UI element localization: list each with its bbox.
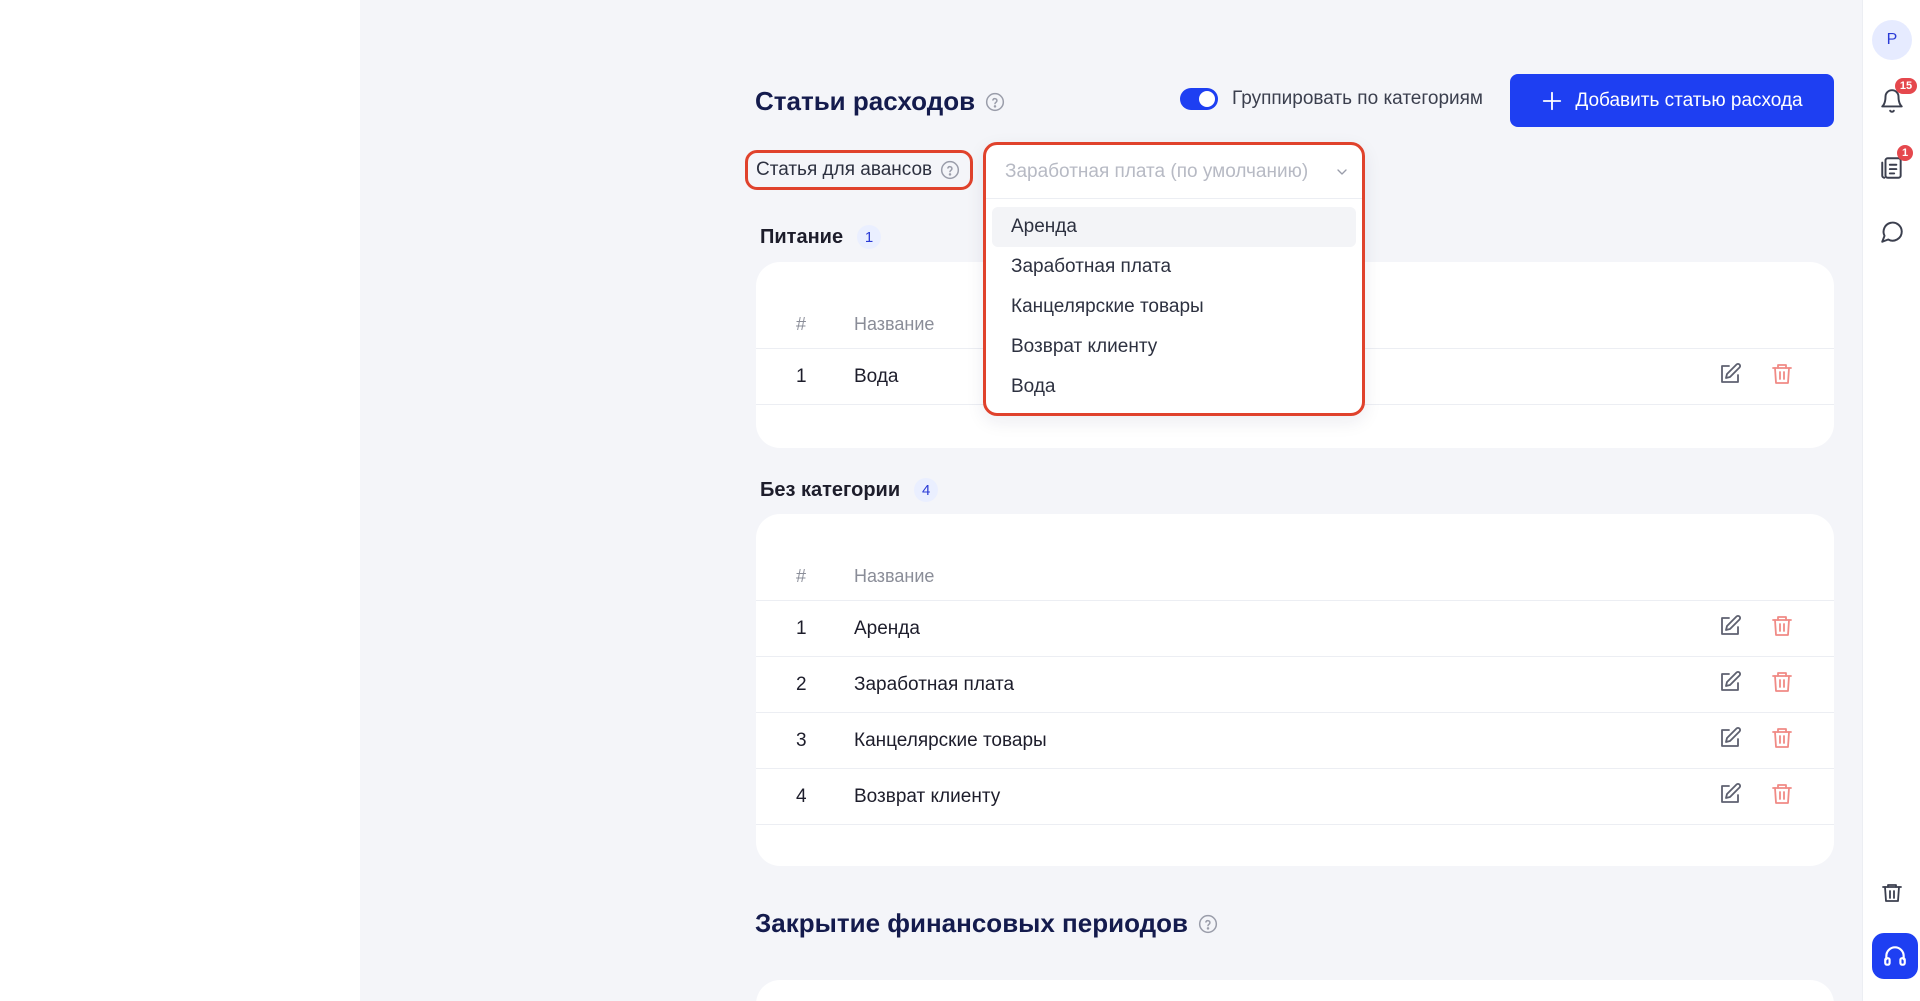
documents-badge: 1 <box>1897 145 1913 161</box>
dropdown-option[interactable]: Заработная плата <box>992 247 1356 287</box>
column-name: Название <box>854 566 935 586</box>
table-row: 2 Заработная плата <box>756 656 1834 712</box>
group-by-category-toggle[interactable]: Группировать по категориям <box>1180 88 1483 110</box>
row-num: 2 <box>796 673 807 695</box>
delete-icon[interactable] <box>1770 670 1794 700</box>
support-button[interactable] <box>1872 933 1918 979</box>
edit-icon[interactable] <box>1718 782 1742 812</box>
row-name: Канцелярские товары <box>854 729 1047 751</box>
periods-title-text: Закрытие финансовых периодов <box>755 908 1188 938</box>
help-icon[interactable] <box>1198 914 1218 934</box>
chat-icon <box>1881 221 1903 243</box>
row-num: 1 <box>796 365 807 387</box>
trash-icon <box>1882 884 1902 902</box>
group-name: Питание <box>760 225 844 248</box>
notifications-badge: 15 <box>1895 78 1917 94</box>
expenses-section-title: Статьи расходов <box>755 86 1005 117</box>
documents-button[interactable]: 1 <box>1877 145 1913 183</box>
table-row: 4 Возврат клиенту <box>756 768 1834 824</box>
dropdown-option[interactable]: Аренда <box>992 207 1356 247</box>
notifications-button[interactable]: 15 <box>1877 78 1917 116</box>
right-rail: Р 15 1 <box>1862 0 1920 1001</box>
dropdown-option[interactable]: Вода <box>992 367 1356 407</box>
edit-icon[interactable] <box>1718 614 1742 644</box>
help-icon[interactable] <box>940 160 960 180</box>
column-num: # <box>796 566 807 586</box>
row-name: Возврат клиенту <box>854 785 1001 807</box>
add-expense-button[interactable]: Добавить статью расхода <box>1510 74 1834 127</box>
edit-icon[interactable] <box>1718 670 1742 700</box>
row-num: 1 <box>796 617 807 639</box>
row-name: Аренда <box>854 617 920 639</box>
advance-select-placeholder: Заработная плата (по умолчанию) <box>1005 160 1309 182</box>
headset-icon <box>1884 946 1906 966</box>
toggle-switch[interactable] <box>1180 88 1218 110</box>
group-title-food: Питание 1 <box>760 225 882 249</box>
edit-icon[interactable] <box>1718 362 1742 392</box>
add-expense-label: Добавить статью расхода <box>1575 89 1803 111</box>
advance-label: Статья для авансов <box>745 150 973 190</box>
delete-icon[interactable] <box>1770 614 1794 644</box>
table-divider <box>756 824 1834 825</box>
delete-icon[interactable] <box>1770 726 1794 756</box>
advance-select[interactable]: Заработная плата (по умолчанию) <box>986 145 1362 199</box>
toggle-knob <box>1199 91 1215 107</box>
dropdown-option[interactable]: Возврат клиенту <box>992 327 1356 367</box>
table-row: 3 Канцелярские товары <box>756 712 1834 768</box>
group-name: Без категории <box>760 478 901 501</box>
table-row: 1 Аренда <box>756 600 1834 656</box>
help-icon[interactable] <box>985 92 1005 112</box>
advance-select-dropdown[interactable]: Заработная плата (по умолчанию) Аренда З… <box>983 142 1365 416</box>
plus-icon <box>1543 91 1562 110</box>
delete-icon[interactable] <box>1770 782 1794 812</box>
avatar[interactable]: Р <box>1872 20 1912 60</box>
chevron-down-icon <box>1337 168 1347 175</box>
count-badge: 4 <box>914 478 939 502</box>
trash-button[interactable] <box>1877 878 1907 908</box>
table-header: # Название <box>756 566 1834 587</box>
column-num: # <box>796 314 807 334</box>
delete-icon[interactable] <box>1770 362 1794 392</box>
edit-icon[interactable] <box>1718 726 1742 756</box>
row-num: 3 <box>796 729 807 751</box>
group-title-uncategorized: Без категории 4 <box>760 478 939 502</box>
chat-button[interactable] <box>1877 217 1907 247</box>
toggle-label: Группировать по категориям <box>1232 88 1483 109</box>
left-panel <box>0 0 360 1001</box>
periods-card <box>756 980 1834 1001</box>
row-name: Заработная плата <box>854 673 1015 695</box>
row-num: 4 <box>796 785 807 807</box>
group-card-uncategorized: # Название 1 Аренда 2 Заработная плата 3… <box>756 514 1834 866</box>
count-badge: 1 <box>857 225 882 249</box>
dropdown-options: Аренда Заработная плата Канцелярские тов… <box>986 199 1362 407</box>
periods-section-title: Закрытие финансовых периодов <box>755 908 1218 939</box>
advance-label-text: Статья для авансов <box>756 159 933 180</box>
expenses-title-text: Статьи расходов <box>755 86 976 116</box>
dropdown-option[interactable]: Канцелярские товары <box>992 287 1356 327</box>
